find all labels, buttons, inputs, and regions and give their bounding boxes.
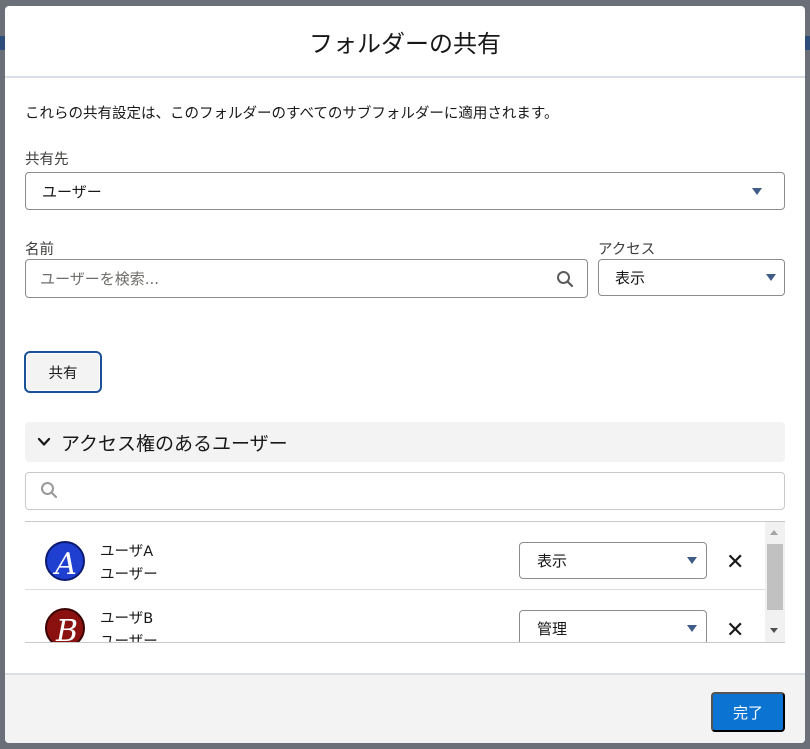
share-with-value: ユーザー <box>42 182 102 201</box>
modal-title: フォルダーの共有 <box>309 29 501 58</box>
avatar: B <box>45 608 85 643</box>
chevron-down-icon <box>687 557 697 564</box>
access-section-toggle[interactable]: アクセス権のあるユーザー <box>25 422 785 462</box>
access-user-search-input[interactable] <box>25 472 785 510</box>
scroll-up-arrow-icon[interactable] <box>770 530 778 535</box>
access-value: 表示 <box>615 269 646 287</box>
user-access-select[interactable]: 表示 <box>519 542 707 579</box>
modal-footer: 完了 <box>5 673 805 743</box>
access-section-title: アクセス権のあるユーザー <box>61 432 288 455</box>
access-label: アクセス <box>598 242 656 258</box>
avatar: A <box>45 541 85 581</box>
user-name: ユーザA <box>100 544 154 560</box>
remove-user-button[interactable]: ✕ <box>726 552 744 574</box>
done-button[interactable]: 完了 <box>711 692 785 732</box>
search-icon <box>41 482 58 499</box>
chevron-down-icon <box>37 437 51 446</box>
chevron-down-icon <box>687 625 697 632</box>
svg-text:B: B <box>55 614 78 643</box>
share-with-select[interactable]: ユーザー <box>25 172 785 210</box>
user-type: ユーザー <box>100 567 158 583</box>
list-scrollbar[interactable] <box>765 522 785 642</box>
chevron-down-icon <box>752 188 762 195</box>
name-label: 名前 <box>25 242 54 258</box>
user-access-value: 表示 <box>537 552 568 570</box>
share-button[interactable]: 共有 <box>24 351 102 393</box>
scroll-down-arrow-icon[interactable] <box>770 628 778 633</box>
remove-user-button[interactable]: ✕ <box>726 620 744 642</box>
access-select[interactable]: 表示 <box>598 259 785 296</box>
scrollbar-thumb[interactable] <box>767 544 783 610</box>
user-access-list: A ユーザA ユーザー 表示 ✕ B ユーザB ユーザー 管理 ✕ <box>25 521 785 643</box>
list-item: B ユーザB ユーザー 管理 ✕ <box>25 590 765 643</box>
modal-header: フォルダーの共有 <box>5 6 805 78</box>
share-folder-modal: フォルダーの共有 これらの共有設定は、このフォルダーのすべてのサブフォルダーに適… <box>5 6 805 743</box>
user-access-select[interactable]: 管理 <box>519 610 707 642</box>
list-item: A ユーザA ユーザー 表示 ✕ <box>25 522 765 590</box>
share-with-label: 共有先 <box>25 152 69 168</box>
search-icon <box>557 271 574 288</box>
user-type: ユーザー <box>100 634 158 643</box>
user-access-value: 管理 <box>537 620 568 638</box>
svg-text:A: A <box>52 547 77 581</box>
user-search-input[interactable]: ユーザーを検索... <box>25 259 588 298</box>
chevron-down-icon <box>766 274 776 281</box>
user-name: ユーザB <box>100 611 154 627</box>
user-search-placeholder: ユーザーを検索... <box>40 270 160 288</box>
modal-description: これらの共有設定は、このフォルダーのすべてのサブフォルダーに適用されます。 <box>25 106 559 122</box>
